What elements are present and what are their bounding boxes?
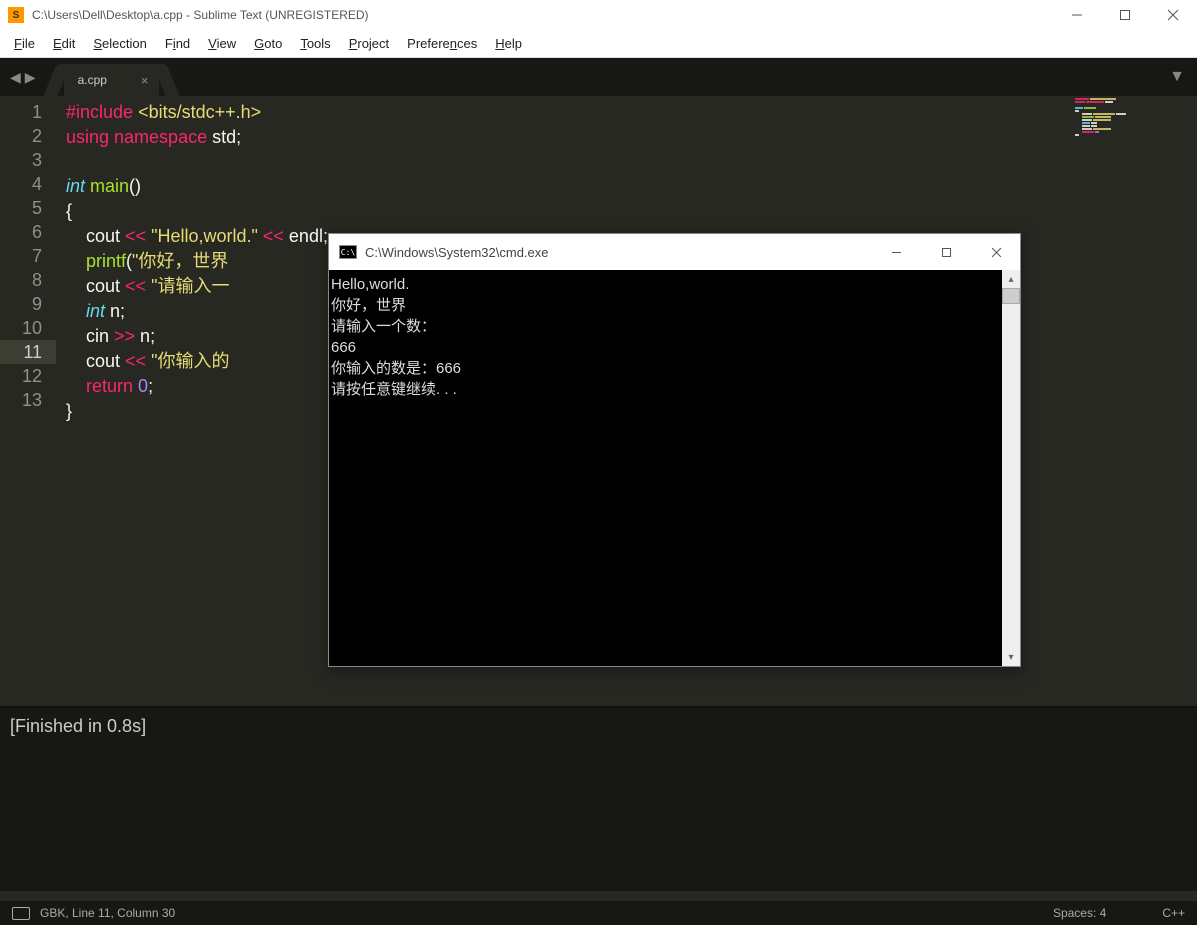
- status-indentation[interactable]: Spaces: 4: [1053, 906, 1106, 920]
- tab-dropdown-icon[interactable]: ▼: [1157, 60, 1197, 94]
- nav-arrows: ◀ ▶: [4, 61, 42, 94]
- build-output-text: [Finished in 0.8s]: [10, 716, 146, 736]
- minimap[interactable]: [1075, 98, 1195, 168]
- menu-find[interactable]: Find: [157, 32, 198, 55]
- window-title: C:\Users\Dell\Desktop\a.cpp - Sublime Te…: [32, 8, 1065, 22]
- close-button[interactable]: [1161, 3, 1185, 27]
- tab-label: a.cpp: [78, 73, 107, 87]
- menu-help[interactable]: Help: [487, 32, 530, 55]
- cmd-output[interactable]: Hello,world. 你好，世界 请输入一个数： 666 你输入的数是：66…: [329, 270, 1002, 666]
- scroll-up-icon[interactable]: ▴: [1002, 270, 1020, 288]
- scroll-thumb[interactable]: [1002, 288, 1020, 304]
- minimize-button[interactable]: [1065, 3, 1089, 27]
- tab-a-cpp[interactable]: a.cpp ×: [64, 64, 159, 96]
- cmd-maximize-button[interactable]: [932, 238, 960, 266]
- panel-switcher-icon[interactable]: [12, 907, 30, 920]
- cmd-scrollbar[interactable]: ▴ ▾: [1002, 270, 1020, 666]
- maximize-button[interactable]: [1113, 3, 1137, 27]
- status-syntax[interactable]: C++: [1162, 906, 1185, 920]
- menu-selection[interactable]: Selection: [85, 32, 154, 55]
- nav-back-icon[interactable]: ◀: [10, 69, 21, 86]
- cmd-window-controls: [882, 238, 1010, 266]
- tab-close-icon[interactable]: ×: [141, 73, 149, 88]
- nav-forward-icon[interactable]: ▶: [25, 69, 36, 86]
- build-output-panel[interactable]: [Finished in 0.8s]: [0, 706, 1197, 891]
- menu-goto[interactable]: Goto: [246, 32, 290, 55]
- menu-project[interactable]: Project: [341, 32, 397, 55]
- cmd-minimize-button[interactable]: [882, 238, 910, 266]
- cmd-icon: C:\: [339, 245, 357, 259]
- cmd-title-text: C:\Windows\System32\cmd.exe: [365, 245, 882, 260]
- window-controls: [1065, 3, 1189, 27]
- menu-bar: File Edit Selection Find View Goto Tools…: [0, 30, 1197, 58]
- cmd-window[interactable]: C:\ C:\Windows\System32\cmd.exe Hello,wo…: [328, 233, 1021, 667]
- menu-tools[interactable]: Tools: [292, 32, 338, 55]
- menu-view[interactable]: View: [200, 32, 244, 55]
- status-position[interactable]: GBK, Line 11, Column 30: [40, 906, 175, 920]
- menu-file[interactable]: File: [6, 32, 43, 55]
- cmd-close-button[interactable]: [982, 238, 1010, 266]
- sublime-app-icon: S: [8, 7, 24, 23]
- sublime-title-bar: S C:\Users\Dell\Desktop\a.cpp - Sublime …: [0, 0, 1197, 30]
- scroll-down-icon[interactable]: ▾: [1002, 648, 1020, 666]
- cmd-title-bar[interactable]: C:\ C:\Windows\System32\cmd.exe: [329, 234, 1020, 270]
- tab-strip: ◀ ▶ a.cpp × ▼: [0, 58, 1197, 96]
- line-gutter: 1 2 3 4 5 6 7 8 9 10 11 12 13: [0, 96, 56, 706]
- menu-preferences[interactable]: Preferences: [399, 32, 485, 55]
- scroll-track[interactable]: [1002, 304, 1020, 648]
- menu-edit[interactable]: Edit: [45, 32, 83, 55]
- status-bar: GBK, Line 11, Column 30 Spaces: 4 C++: [0, 901, 1197, 925]
